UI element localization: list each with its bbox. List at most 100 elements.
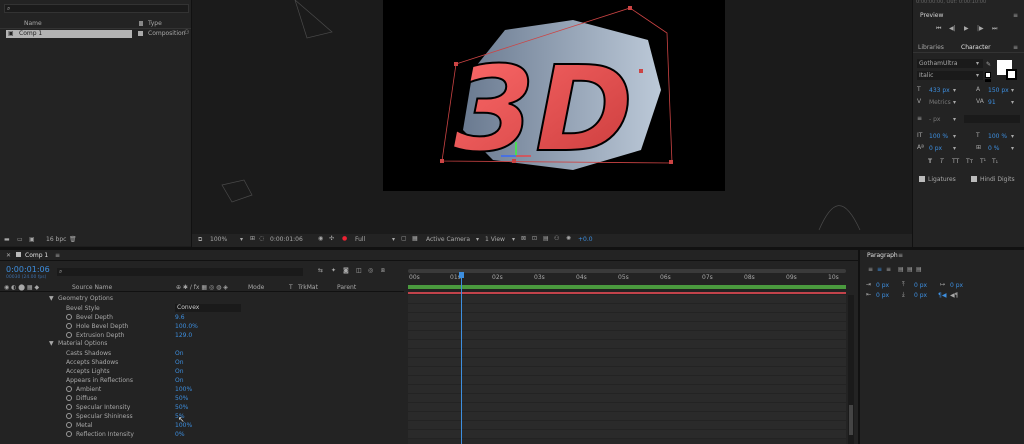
vertical-scale-value[interactable]: 100 % bbox=[929, 134, 948, 140]
col-type[interactable]: Type bbox=[148, 21, 162, 27]
col-t[interactable]: T bbox=[289, 285, 293, 291]
stroke-width-value[interactable]: - px bbox=[929, 117, 940, 123]
new-folder-icon[interactable]: ▭ bbox=[17, 237, 23, 243]
property-row[interactable]: Bevel Depth 9.6 bbox=[0, 313, 404, 322]
property-value[interactable]: On bbox=[175, 350, 184, 357]
space-before-value[interactable]: 0 px bbox=[914, 283, 927, 289]
project-item-comp[interactable]: ▣ Comp 1 bbox=[6, 30, 132, 38]
hindi-digits-checkbox[interactable] bbox=[971, 176, 977, 182]
property-row[interactable]: Reflection Intensity 0% bbox=[0, 430, 404, 439]
faux-italic-button[interactable]: T bbox=[940, 159, 944, 165]
property-value[interactable]: 129.0 bbox=[175, 332, 192, 339]
stopwatch-icon[interactable] bbox=[66, 332, 72, 338]
stopwatch-icon[interactable] bbox=[66, 431, 72, 437]
property-row[interactable]: Diffuse 50% bbox=[0, 394, 404, 403]
layer-duration-bar[interactable] bbox=[408, 292, 846, 294]
property-row[interactable]: ▼ Material Options bbox=[0, 340, 404, 349]
font-size-value[interactable]: 433 px bbox=[929, 88, 950, 94]
graph-editor-icon[interactable]: ⧈ bbox=[381, 268, 385, 274]
zoom-dropdown[interactable]: 100% bbox=[210, 237, 227, 243]
scrollbar-thumb[interactable] bbox=[849, 405, 853, 435]
project-search-input[interactable]: ⌕ bbox=[4, 4, 189, 13]
small-caps-button[interactable]: Tт bbox=[966, 159, 973, 165]
mask-visibility-icon[interactable]: ◌ bbox=[259, 236, 264, 242]
tracking-value[interactable]: 91 bbox=[988, 100, 996, 106]
stopwatch-icon[interactable] bbox=[66, 395, 72, 401]
viewer-timecode[interactable]: 0:00:01:06 bbox=[270, 237, 303, 243]
resolution-dropdown[interactable]: Full bbox=[355, 237, 365, 243]
align-right-icon[interactable]: ≡ bbox=[886, 267, 891, 273]
channel-icon[interactable]: ✣ bbox=[329, 236, 334, 242]
transparency-grid-icon[interactable]: ▦ bbox=[412, 236, 418, 242]
bpc-label[interactable]: 16 bpc bbox=[46, 237, 66, 243]
property-row[interactable]: Appears in Reflections On bbox=[0, 376, 404, 385]
property-row[interactable]: Extrusion Depth 129.0 bbox=[0, 331, 404, 340]
play-icon[interactable]: ▶ bbox=[964, 26, 969, 32]
first-frame-icon[interactable]: ⏮ bbox=[936, 26, 941, 32]
time-navigator[interactable] bbox=[408, 269, 846, 273]
kerning-value[interactable]: Metrics bbox=[929, 100, 951, 106]
always-preview-icon[interactable]: ⧉ bbox=[198, 237, 202, 243]
col-trkmat[interactable]: TrkMat bbox=[298, 285, 318, 291]
paragraph-menu-icon[interactable]: ≡ bbox=[898, 253, 903, 259]
leading-value[interactable]: 150 px bbox=[988, 88, 1009, 94]
stopwatch-icon[interactable] bbox=[66, 404, 72, 410]
property-row[interactable]: Ambient 100% bbox=[0, 385, 404, 394]
safe-margins-icon[interactable]: ⊞ bbox=[250, 236, 255, 242]
fast-previews-icon[interactable]: ⊡ bbox=[532, 236, 537, 242]
tab-character[interactable]: Character bbox=[961, 45, 991, 51]
timeline-search-input[interactable]: ⌕ bbox=[57, 268, 303, 276]
comp-canvas[interactable]: 3D bbox=[383, 0, 725, 191]
indent-left-value[interactable]: 0 px bbox=[876, 283, 889, 289]
white-swatch[interactable] bbox=[985, 72, 991, 78]
ltr-direction-icon[interactable]: ¶◀ bbox=[938, 293, 946, 299]
views-dropdown[interactable]: 1 View bbox=[485, 237, 505, 243]
stopwatch-icon[interactable] bbox=[66, 422, 72, 428]
property-row[interactable]: ▼ Geometry Options bbox=[0, 295, 404, 304]
black-swatch[interactable] bbox=[985, 79, 991, 82]
new-comp-icon[interactable]: ▣ bbox=[29, 237, 35, 243]
camera-dropdown[interactable]: Active Camera bbox=[426, 237, 470, 243]
col-mode[interactable]: Mode bbox=[248, 285, 264, 291]
indent-right-value[interactable]: 0 px bbox=[876, 293, 889, 299]
col-source-name[interactable]: Source Name bbox=[72, 285, 112, 291]
comp-mini-flowchart-icon[interactable]: ⇆ bbox=[318, 268, 323, 274]
rtl-direction-icon[interactable]: ◀¶ bbox=[950, 293, 958, 299]
3d-text-layer[interactable]: 3D bbox=[383, 0, 725, 191]
next-frame-icon[interactable]: |▶ bbox=[977, 26, 984, 32]
subscript-button[interactable]: T₁ bbox=[992, 159, 998, 165]
property-value[interactable]: On bbox=[175, 359, 184, 366]
stopwatch-icon[interactable] bbox=[66, 314, 72, 320]
align-center-icon[interactable]: ≡ bbox=[877, 267, 882, 273]
property-value[interactable]: 100.0% bbox=[175, 323, 198, 330]
flowchart-viewer-icon[interactable]: ⚇ bbox=[554, 236, 559, 242]
exposure-value[interactable]: +0.0 bbox=[578, 237, 593, 243]
ligatures-checkbox[interactable] bbox=[919, 176, 925, 182]
font-style-dropdown[interactable]: Italic ▾ bbox=[917, 71, 983, 80]
col-parent[interactable]: Parent bbox=[337, 285, 356, 291]
col-name[interactable]: Name bbox=[24, 21, 42, 27]
stroke-style-dropdown[interactable] bbox=[964, 115, 1020, 123]
stopwatch-icon[interactable] bbox=[66, 413, 72, 419]
baseline-shift-value[interactable]: 0 px bbox=[929, 146, 942, 152]
property-value[interactable]: On bbox=[175, 368, 184, 375]
bevel-style-dropdown[interactable]: Convex bbox=[175, 304, 241, 312]
last-frame-icon[interactable]: ⏭ bbox=[992, 26, 997, 32]
toggle-pixel-aspect-icon[interactable]: ⊠ bbox=[521, 236, 526, 242]
property-row[interactable]: Accepts Shadows On bbox=[0, 358, 404, 367]
snapshot-icon[interactable]: ◉ bbox=[318, 236, 323, 242]
stopwatch-icon[interactable] bbox=[66, 323, 72, 329]
property-row[interactable]: Specular Shininess 5% bbox=[0, 412, 404, 421]
property-value[interactable]: On bbox=[175, 377, 184, 384]
timeline-icon[interactable]: ▤ bbox=[543, 236, 549, 242]
preview-menu-icon[interactable]: ≡ bbox=[1013, 13, 1018, 19]
space-after-value[interactable]: 0 px bbox=[914, 293, 927, 299]
close-tab-icon[interactable]: ✕ bbox=[6, 253, 11, 259]
justify-left-icon[interactable]: ▤ bbox=[898, 267, 904, 273]
property-row[interactable]: Casts Shadows On bbox=[0, 349, 404, 358]
stopwatch-icon[interactable] bbox=[66, 386, 72, 392]
align-left-icon[interactable]: ≡ bbox=[868, 267, 873, 273]
prev-frame-icon[interactable]: ◀| bbox=[949, 26, 956, 32]
all-caps-button[interactable]: TT bbox=[952, 159, 959, 165]
tab-libraries[interactable]: Libraries bbox=[918, 45, 944, 51]
